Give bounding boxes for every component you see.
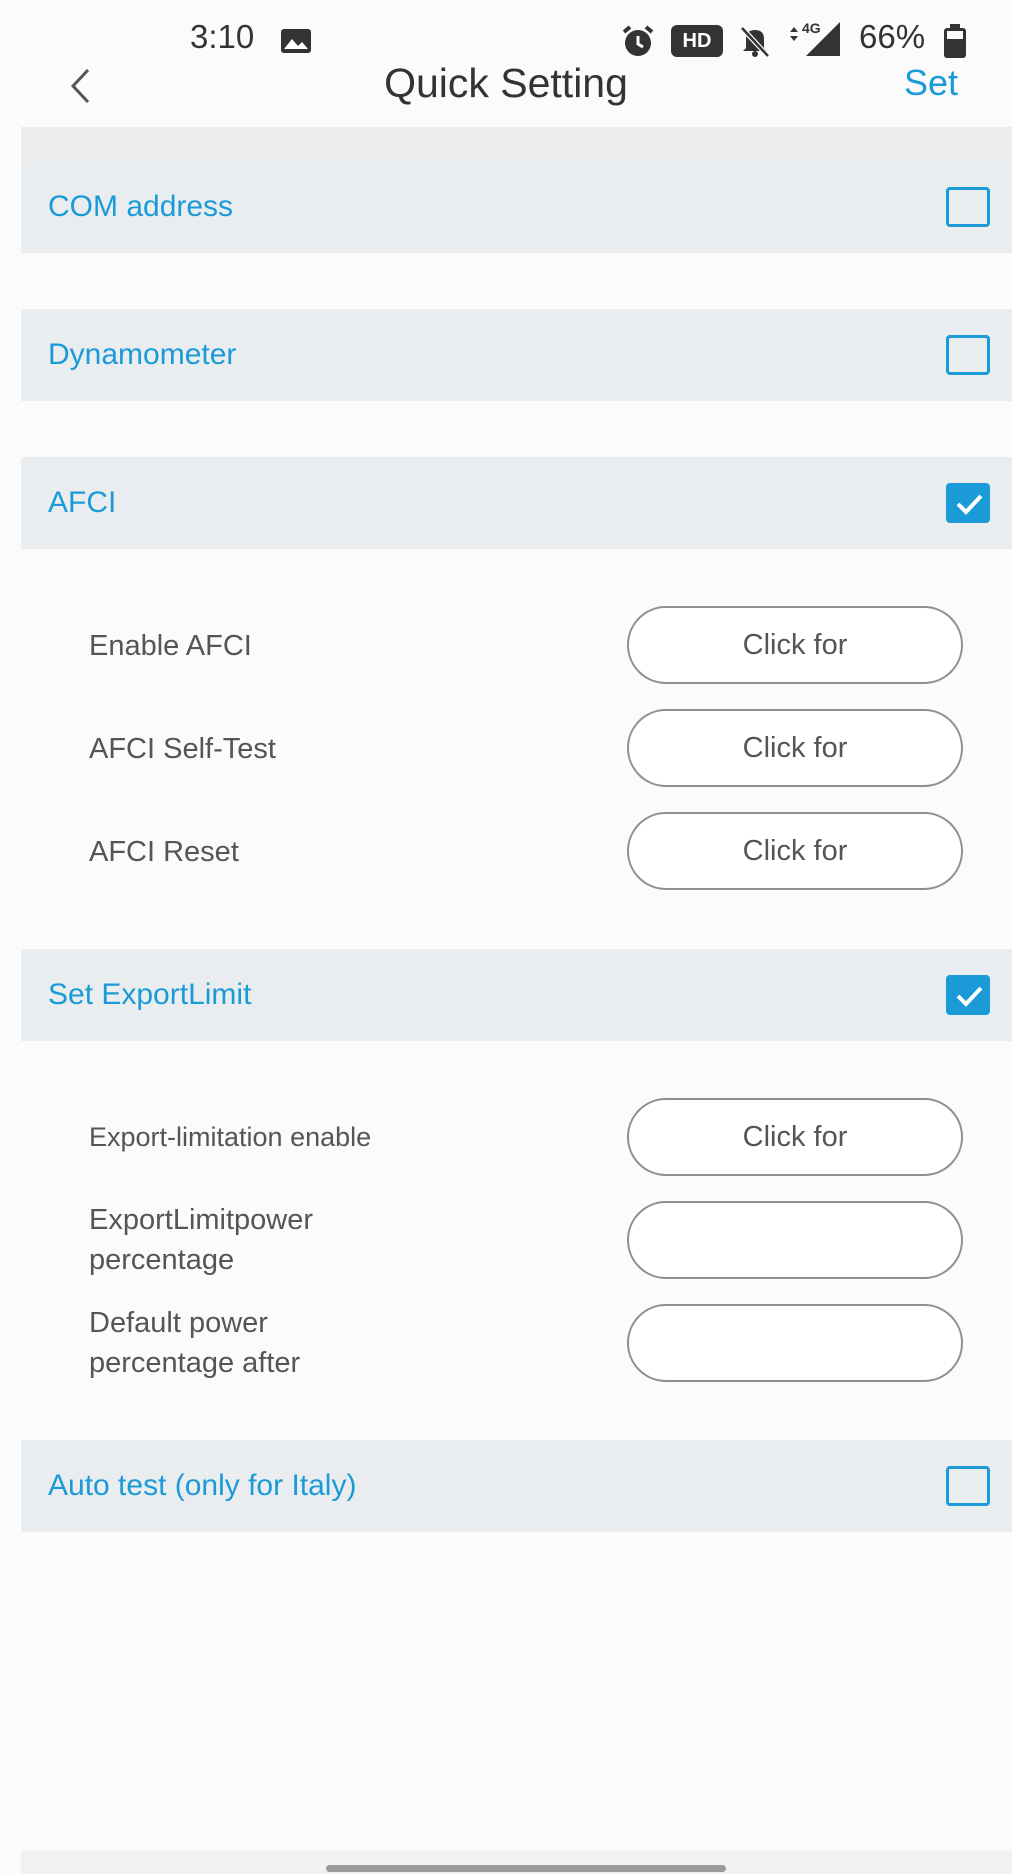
battery-icon xyxy=(944,24,966,63)
hd-icon: HD xyxy=(671,25,723,57)
label-line: percentage after xyxy=(89,1347,301,1379)
default-power-input[interactable] xyxy=(627,1304,963,1382)
page-title: Quick Setting xyxy=(384,60,628,106)
status-time: 3:10 xyxy=(190,18,255,55)
com-address-checkbox[interactable] xyxy=(946,187,990,227)
afci-self-test-label: AFCI Self-Test xyxy=(89,733,276,765)
section-dynamometer[interactable]: Dynamometer xyxy=(21,309,1012,401)
afci-checkbox[interactable] xyxy=(946,483,990,523)
export-limit-power-input[interactable] xyxy=(627,1201,963,1279)
label-line: Default power xyxy=(89,1307,268,1339)
auto-test-checkbox[interactable] xyxy=(946,1466,990,1506)
section-label: Auto test (only for Italy) xyxy=(48,1469,357,1502)
checkmark-icon xyxy=(956,986,983,1007)
alarm-icon xyxy=(620,24,656,63)
battery-percent: 66% xyxy=(859,18,926,55)
dynamometer-checkbox[interactable] xyxy=(946,335,990,375)
header-divider xyxy=(21,127,1012,161)
section-auto-test[interactable]: Auto test (only for Italy) xyxy=(21,1440,1012,1532)
export-limit-checkbox[interactable] xyxy=(946,975,990,1015)
section-afci[interactable]: AFCI xyxy=(21,457,1012,549)
section-com-address[interactable]: COM address xyxy=(21,161,1012,253)
default-power-label: Default power percentage after xyxy=(89,1303,300,1383)
set-button[interactable]: Set xyxy=(904,62,958,104)
mute-icon xyxy=(738,24,772,63)
network-type: 4G xyxy=(802,20,821,36)
label-line: ExportLimitpower xyxy=(89,1204,314,1236)
section-label: Dynamometer xyxy=(48,338,237,371)
section-export-limit[interactable]: Set ExportLimit xyxy=(21,949,1012,1041)
checkmark-icon xyxy=(956,494,983,515)
afci-reset-button[interactable]: Click for xyxy=(627,812,963,890)
section-label: COM address xyxy=(48,190,234,223)
home-indicator[interactable] xyxy=(326,1865,726,1872)
enable-afci-label: Enable AFCI xyxy=(89,630,252,662)
enable-afci-button[interactable]: Click for xyxy=(627,606,963,684)
export-limitation-enable-label: Export-limitation enable xyxy=(89,1122,372,1152)
afci-self-test-button[interactable]: Click for xyxy=(627,709,963,787)
afci-reset-label: AFCI Reset xyxy=(89,836,239,868)
image-icon xyxy=(281,29,311,53)
section-label: AFCI xyxy=(48,486,117,519)
section-label: Set ExportLimit xyxy=(48,978,252,1011)
label-line: percentage xyxy=(89,1244,235,1276)
export-limitation-enable-button[interactable]: Click for xyxy=(627,1098,963,1176)
export-limit-power-label: ExportLimitpower percentage xyxy=(89,1200,313,1280)
